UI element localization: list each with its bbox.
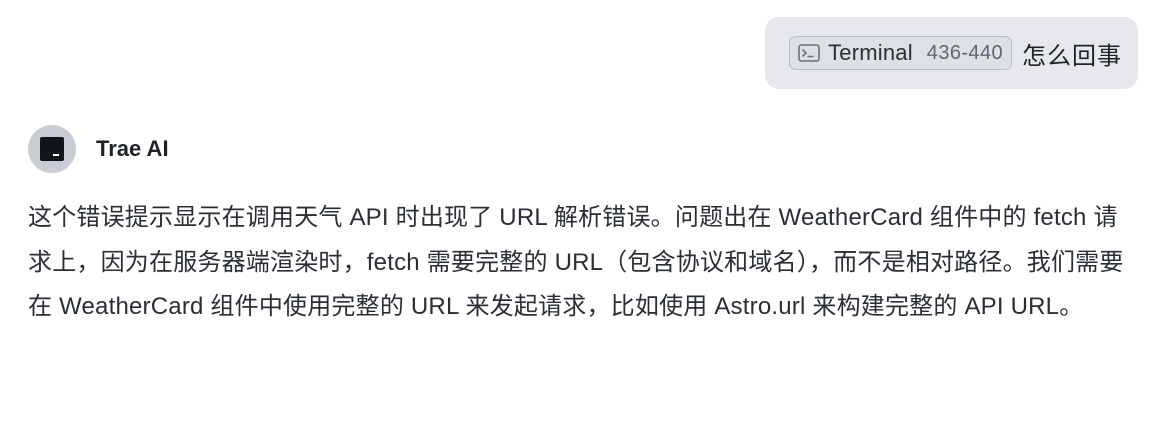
avatar <box>28 125 76 173</box>
assistant-header: Trae AI <box>28 125 169 173</box>
assistant-name: Trae AI <box>96 136 169 161</box>
assistant-message-text: 这个错误提示显示在调用天气 API 时出现了 URL 解析错误。问题出在 Wea… <box>28 204 1124 320</box>
user-message-text: 怎么回事 <box>1022 42 1122 70</box>
user-message-bubble: Terminal 436-440 怎么回事 <box>765 17 1138 89</box>
terminal-line-range: 436-440 <box>926 41 1003 64</box>
trae-logo-icon <box>40 137 64 161</box>
terminal-context-chip[interactable]: Terminal 436-440 <box>789 36 1012 70</box>
terminal-chip-label: Terminal <box>828 40 913 65</box>
terminal-icon <box>798 44 820 62</box>
